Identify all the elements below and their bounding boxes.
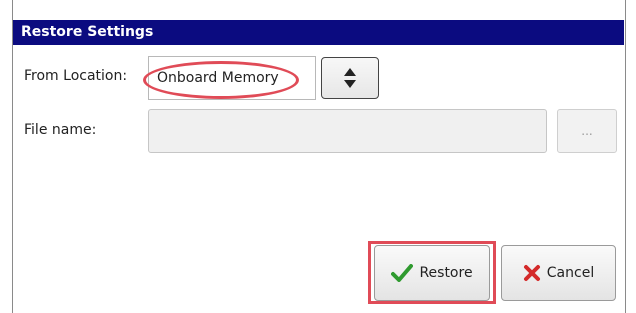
browse-button[interactable]: ...	[557, 109, 617, 153]
x-icon	[523, 264, 541, 282]
file-name-label: File name:	[24, 122, 97, 138]
cancel-button-label: Cancel	[546, 265, 595, 281]
cancel-button[interactable]: Cancel	[501, 245, 616, 301]
from-location-label: From Location:	[24, 68, 128, 84]
dialog-title: Restore Settings	[13, 20, 624, 45]
restore-button[interactable]: Restore	[374, 245, 490, 301]
restore-button-label: Restore	[419, 265, 473, 281]
up-down-arrows-icon	[343, 66, 357, 90]
location-spin-button[interactable]	[321, 57, 379, 99]
from-location-select[interactable]: Onboard Memory	[148, 56, 316, 100]
file-name-input[interactable]	[148, 109, 547, 153]
checkmark-icon	[391, 264, 414, 282]
